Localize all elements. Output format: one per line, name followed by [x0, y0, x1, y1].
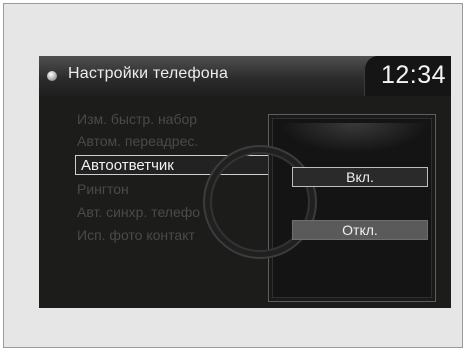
menu-dot-icon: [47, 71, 57, 81]
popup-glow: [279, 123, 429, 153]
clock: 12:34: [381, 61, 447, 89]
display-screen: Настройки телефона 12:34 Изм. быстр. наб…: [39, 56, 451, 308]
option-popup: Вкл. Откл.: [203, 114, 436, 302]
page-title: Настройки телефона: [68, 65, 229, 82]
option-off-button[interactable]: Откл.: [292, 220, 428, 240]
figure-frame: Настройки телефона 12:34 Изм. быстр. наб…: [3, 3, 463, 348]
header-bar: Настройки телефона 12:34: [39, 56, 451, 96]
selector-knob-graphic: [203, 145, 317, 259]
option-on-button[interactable]: Вкл.: [292, 167, 428, 187]
